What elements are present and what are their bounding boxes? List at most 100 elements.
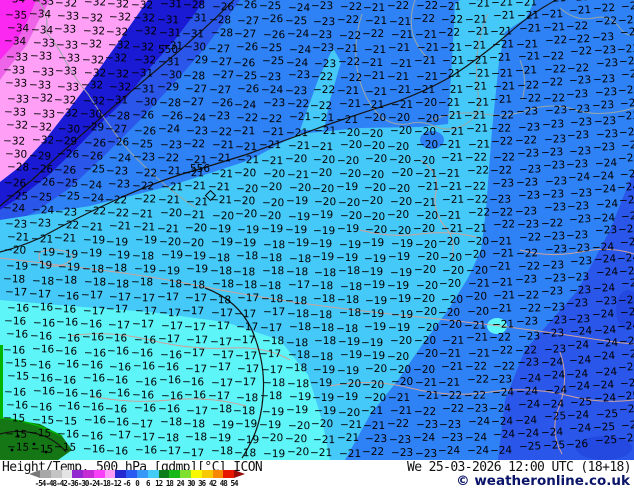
temp-value: −20 <box>416 251 439 264</box>
temp-value: −24 <box>81 192 105 205</box>
temp-value: −24 <box>438 444 461 458</box>
temp-value: −19 <box>285 404 308 417</box>
temp-value: −22 <box>567 32 591 46</box>
temp-value: −19 <box>184 250 207 263</box>
temp-value: −23 <box>566 270 590 284</box>
temp-value: −27 <box>211 68 235 81</box>
temp-value: −23 <box>620 96 634 111</box>
temp-value: −21 <box>416 389 439 402</box>
temp-value: −18 <box>288 252 311 265</box>
temp-value: −23 <box>565 158 589 172</box>
temp-value: −32 <box>80 11 104 25</box>
temp-value: −15 <box>2 411 26 425</box>
temp-value: −21 <box>467 67 491 81</box>
temp-value: −23 <box>566 200 590 214</box>
temp-value: −20 <box>339 139 362 152</box>
temp-value: −24 <box>567 380 591 394</box>
temp-value: −24 <box>568 354 592 368</box>
temp-value: −18 <box>262 377 286 390</box>
temp-value: −32 <box>107 0 130 11</box>
temp-value: −20 <box>413 334 436 348</box>
temp-value: −20 <box>311 418 334 431</box>
temp-value: −21 <box>439 138 462 152</box>
temp-value: −24 <box>412 431 435 444</box>
temp-value: −23 <box>365 433 388 446</box>
temp-value: −21 <box>211 139 235 152</box>
temp-value: −18 <box>261 264 285 277</box>
temp-value: −16 <box>159 348 182 362</box>
temp-value: −33 <box>31 0 54 8</box>
temp-value: −16 <box>56 315 79 329</box>
temp-value: −21 <box>466 25 490 39</box>
temp-value: −19 <box>387 250 411 263</box>
temp-value: −21 <box>467 0 491 10</box>
temp-value: −20 <box>185 221 208 234</box>
temp-value: −21 <box>365 85 388 98</box>
temp-value: −17 <box>132 430 156 444</box>
temp-value: −15 <box>54 441 77 454</box>
temp-value: −16 <box>134 375 158 389</box>
temp-value: −24 <box>593 253 617 267</box>
temp-value: −19 <box>287 210 310 224</box>
temp-value: −22 <box>438 26 461 39</box>
temp-value: −20 <box>363 140 386 153</box>
temp-value: −20 <box>261 196 285 209</box>
temp-value: −23 <box>489 193 512 206</box>
temp-value: −19 <box>314 405 337 418</box>
temp-value: −24 <box>619 193 634 207</box>
temp-value: −23 <box>313 15 336 28</box>
temp-value: −24 <box>567 171 591 185</box>
temp-value: −18 <box>233 266 256 279</box>
temp-value: −21 <box>438 96 461 110</box>
temp-value: −20 <box>389 195 413 209</box>
temp-value: −16 <box>130 346 154 360</box>
temp-value: −21 <box>364 43 387 56</box>
temp-value: −20 <box>438 306 461 319</box>
temp-value: −23 <box>543 342 566 356</box>
temp-value: −16 <box>29 400 52 414</box>
temp-value: −23 <box>492 176 515 190</box>
temp-value: −18 <box>55 273 78 287</box>
temp-value: −24 <box>591 379 615 393</box>
temp-value: −21 <box>237 153 260 166</box>
temp-value: −22 <box>105 193 128 207</box>
temp-value: −20 <box>362 378 385 391</box>
temp-value: −24 <box>618 222 634 236</box>
temp-value: −26 <box>260 13 284 26</box>
temp-value: −21 <box>313 434 336 447</box>
temp-value: −22 <box>518 92 542 106</box>
temp-value: −18 <box>209 403 233 416</box>
temp-value: −21 <box>438 167 461 181</box>
temp-value: −24 <box>621 138 634 152</box>
temp-value: −22 <box>493 151 516 164</box>
temp-value: −16 <box>107 345 130 358</box>
temp-value: −17 <box>209 335 233 348</box>
temp-value: −24 <box>184 111 207 125</box>
temp-value: −17 <box>208 361 232 374</box>
temp-value: −18 <box>235 279 258 292</box>
temp-value: −16 <box>54 302 77 316</box>
temp-value: −22 <box>541 49 564 63</box>
temp-value: −18 <box>183 279 206 292</box>
temp-value: −23 <box>618 13 634 27</box>
temp-value: −19 <box>285 195 308 208</box>
temp-value: −33 <box>32 107 55 121</box>
temp-value: −16 <box>30 301 53 314</box>
temp-value: −20 <box>233 195 256 208</box>
temp-value: −21 <box>439 0 462 13</box>
temp-value: −21 <box>440 42 463 55</box>
temp-value: −16 <box>3 385 27 399</box>
temp-value: −24 <box>620 235 634 249</box>
temp-value: −20 <box>235 208 258 221</box>
temp-value: −18 <box>236 391 259 405</box>
temp-value: −22 <box>386 418 410 431</box>
temp-value: −21 <box>441 360 464 374</box>
temp-value: −22 <box>492 109 515 122</box>
temp-value: −32 <box>56 106 79 120</box>
temp-value: −21 <box>440 180 463 193</box>
temp-value: −15 <box>28 426 51 440</box>
temp-value: −21 <box>235 140 258 153</box>
temp-value: −24 <box>617 180 634 195</box>
temp-value: −23 <box>314 57 337 70</box>
temp-value: −25 <box>29 191 52 205</box>
